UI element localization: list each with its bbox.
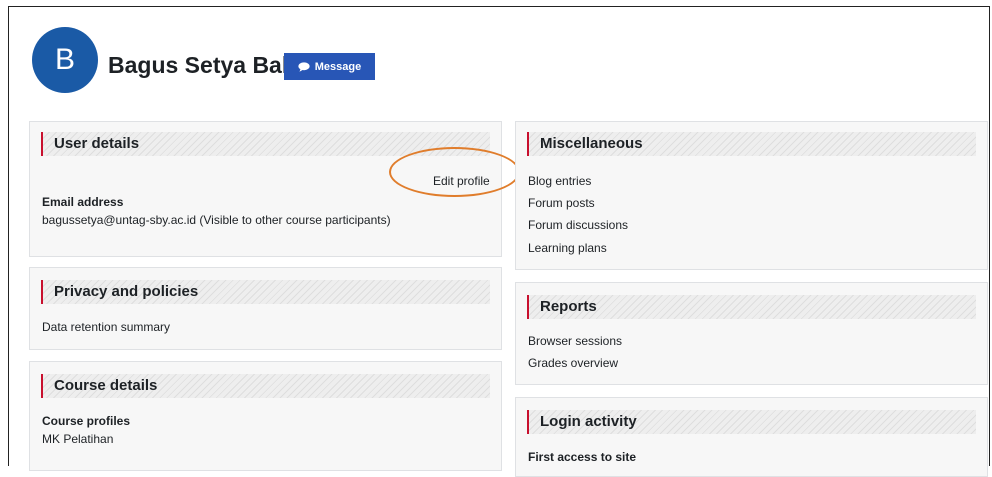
blog-entries-link[interactable]: Blog entries: [528, 174, 591, 188]
login-activity-heading: Login activity: [527, 410, 976, 434]
edit-profile-highlight: [389, 147, 520, 197]
grades-overview-link[interactable]: Grades overview: [528, 356, 618, 370]
browser-sessions-link[interactable]: Browser sessions: [528, 334, 622, 348]
email-address-value: bagussetya@untag-sby.ac.id (Visible to o…: [42, 213, 391, 227]
avatar[interactable]: B: [32, 27, 98, 93]
privacy-heading: Privacy and policies: [41, 280, 490, 304]
learning-plans-link[interactable]: Learning plans: [528, 241, 607, 255]
user-full-name: Bagus Setya Bakti: [108, 52, 309, 78]
forum-posts-link[interactable]: Forum posts: [528, 196, 595, 210]
reports-heading: Reports: [527, 295, 976, 319]
message-button[interactable]: Message: [284, 53, 375, 80]
course-profile-link[interactable]: MK Pelatihan: [42, 432, 113, 446]
course-profiles-label: Course profiles: [42, 414, 131, 428]
email-address-label: Email address: [42, 195, 124, 209]
forum-discussions-link[interactable]: Forum discussions: [528, 218, 628, 232]
message-button-label: Message: [314, 60, 362, 73]
first-access-label: First access to site: [528, 450, 637, 464]
data-retention-summary-link[interactable]: Data retention summary: [42, 320, 170, 334]
speech-bubble-icon: [298, 61, 310, 72]
login-activity-card: [515, 397, 988, 477]
course-details-heading: Course details: [41, 374, 490, 398]
miscellaneous-heading: Miscellaneous: [527, 132, 976, 156]
